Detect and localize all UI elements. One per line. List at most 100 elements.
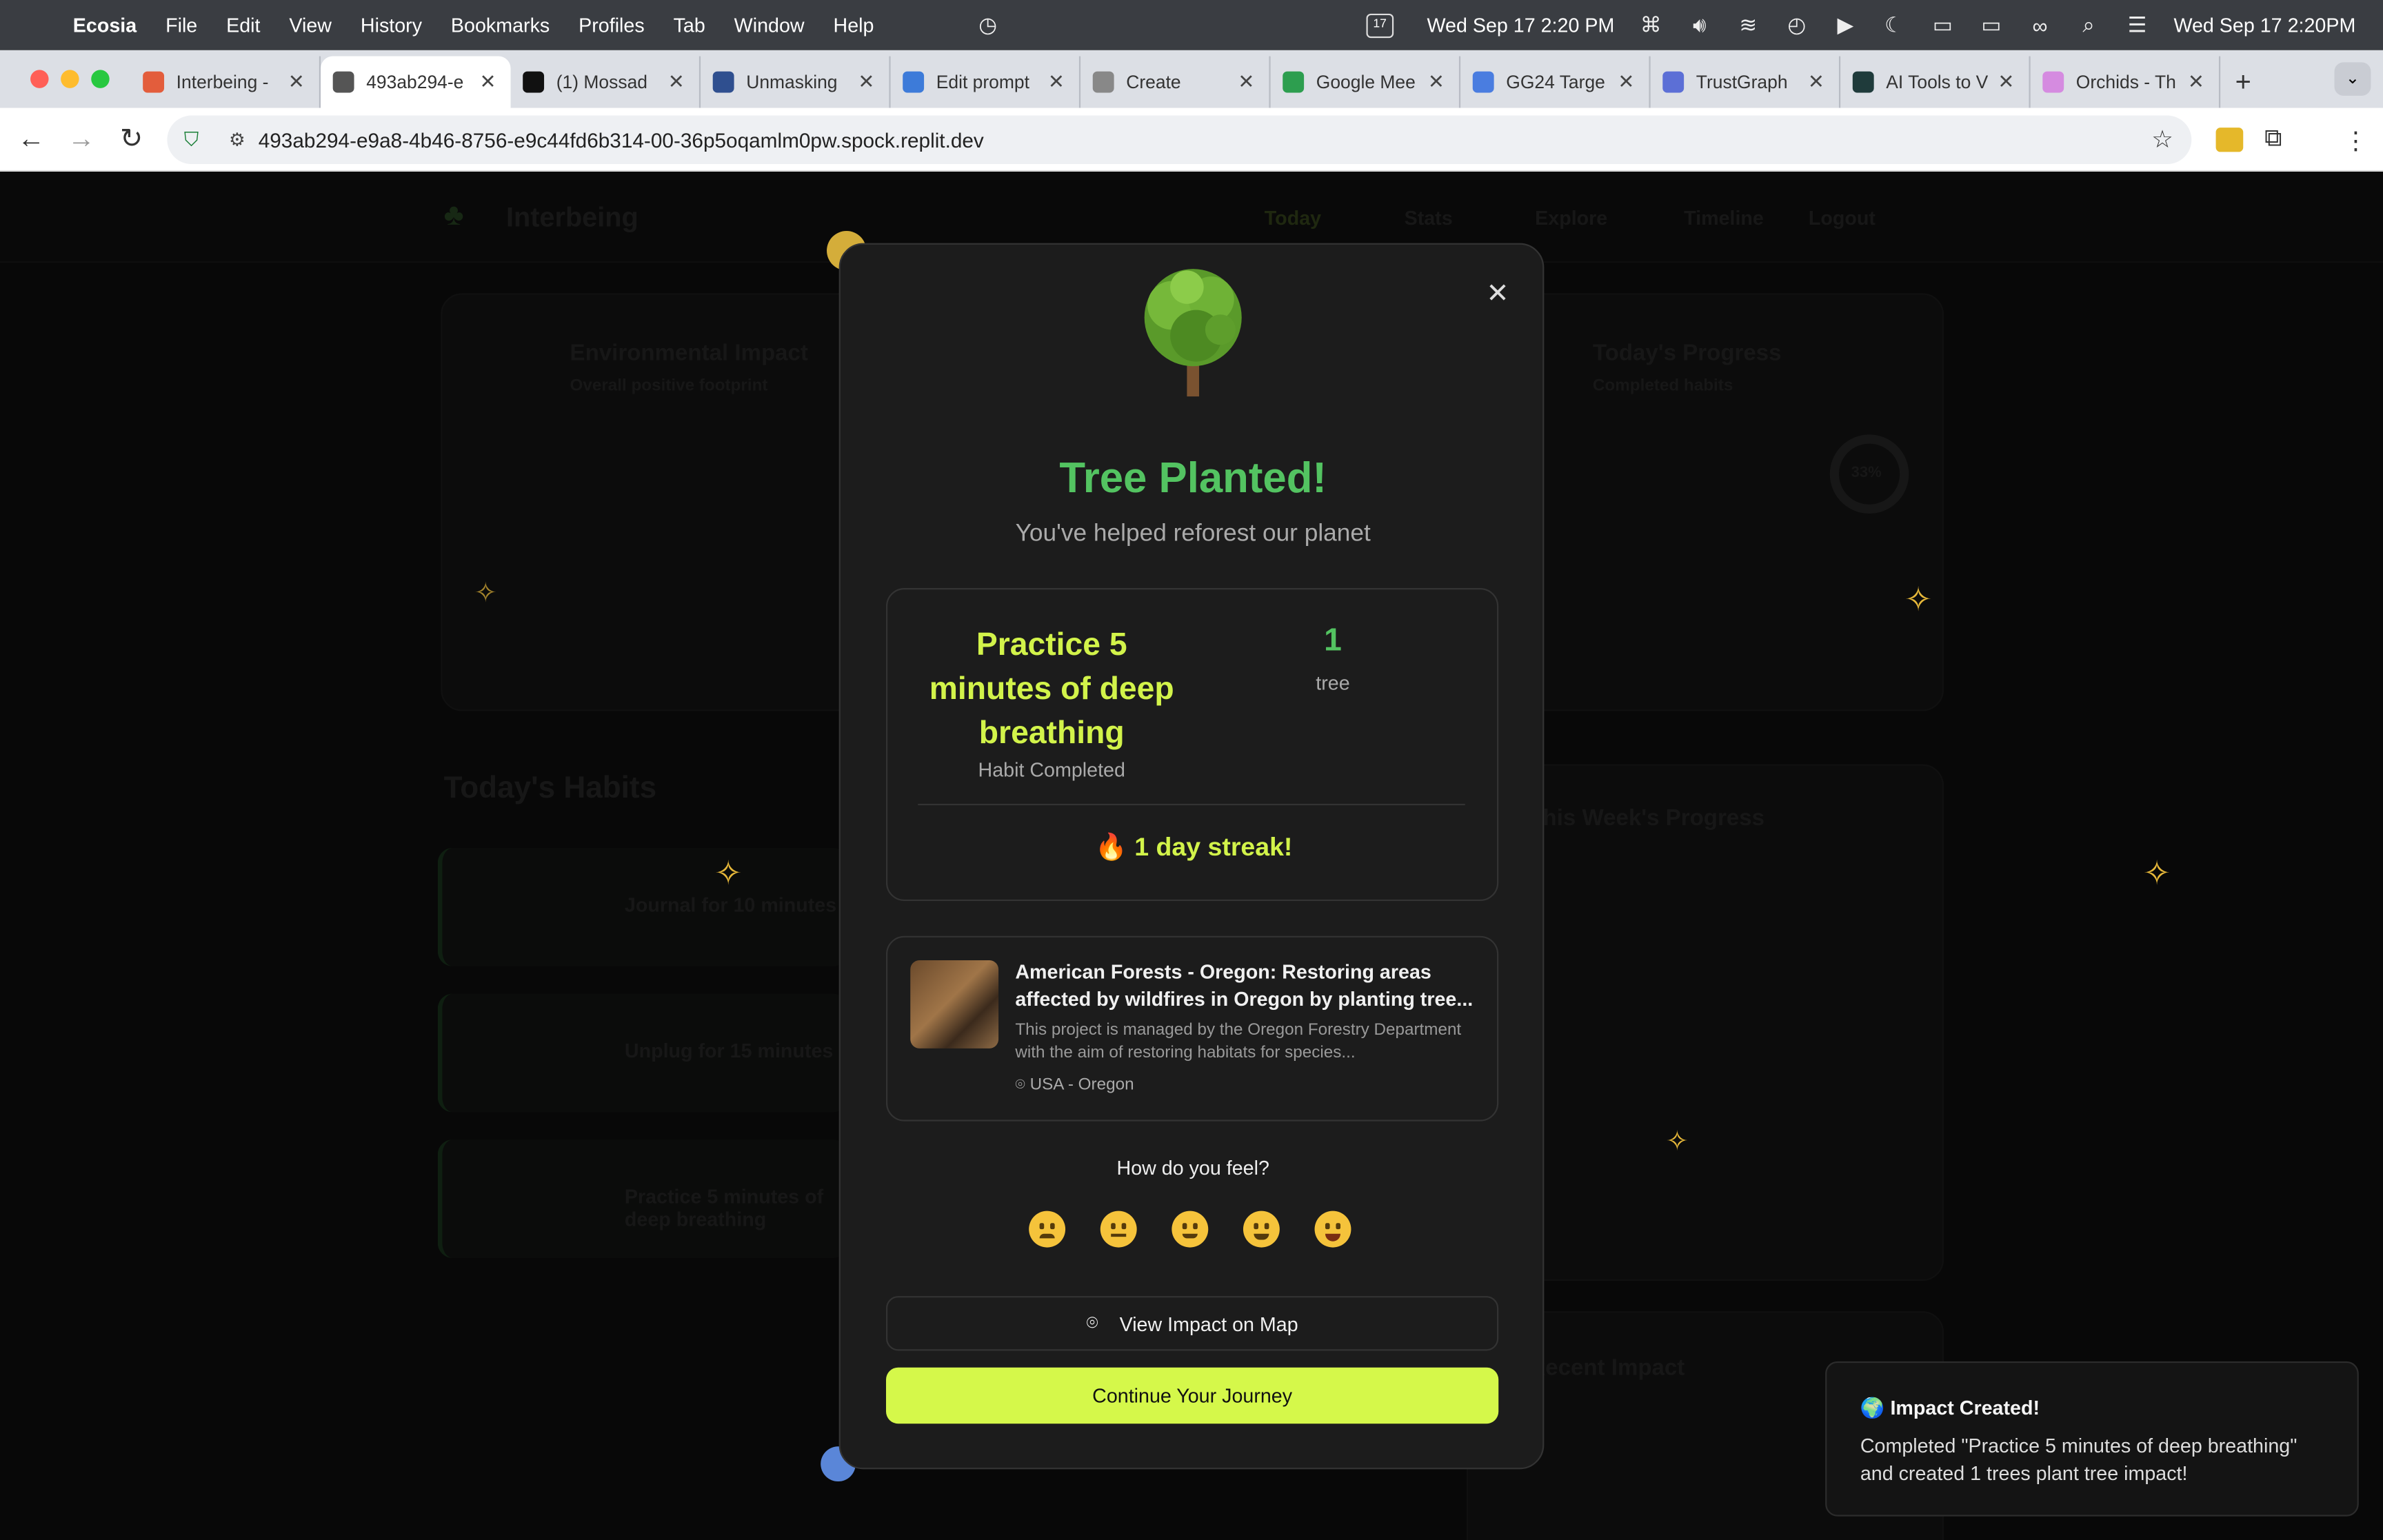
tab-title: AI Tools to V <box>1886 71 1989 93</box>
tab-title: Create <box>1126 71 1181 93</box>
play-icon[interactable]: ▶ <box>1821 12 1870 38</box>
project-location: ⌾ USA - Oregon <box>1015 1076 1134 1096</box>
tab-close-icon[interactable]: ✕ <box>856 70 877 94</box>
menu-edit[interactable]: Edit <box>226 14 260 37</box>
tab-close-icon[interactable]: ✕ <box>285 70 307 94</box>
tab-favicon-icon <box>2042 71 2064 93</box>
macos-menubar: Ecosia File Edit View History Bookmarks … <box>0 0 2383 50</box>
habit-name: Practice 5 minutes of deep breathing <box>929 627 1174 751</box>
close-window-button[interactable] <box>30 70 49 88</box>
menu-tab[interactable]: Tab <box>674 14 705 37</box>
menu-file[interactable]: File <box>165 14 197 37</box>
timer-icon[interactable]: ◴ <box>1773 12 1822 38</box>
tab-close-icon[interactable]: ✕ <box>477 70 499 94</box>
menubar-clock-right[interactable]: Wed Sep 17 2:20PM <box>2173 14 2355 37</box>
tab-favicon-icon <box>143 71 165 93</box>
project-location-text: USA - Oregon <box>1029 1075 1134 1094</box>
browser-menu-icon[interactable]: ⋮ <box>2344 126 2368 156</box>
impact-toast[interactable]: 🌍 Impact Created! Completed "Practice 5 … <box>1825 1361 2359 1517</box>
calendar-icon[interactable]: 17 <box>1366 12 1394 38</box>
feel-prompt: How do you feel? <box>1116 1156 1269 1179</box>
sparkle-icon: ✧ <box>1665 1126 1689 1157</box>
browser-tab[interactable]: TrustGraph ✕ <box>1651 56 1841 108</box>
new-tab-button[interactable]: + <box>2220 57 2266 108</box>
map-pin-icon: ⌾ <box>1086 1311 1098 1335</box>
command-icon[interactable]: ⌘ <box>1627 12 1676 38</box>
project-card[interactable]: American Forests - Oregon: Restoring are… <box>885 935 1499 1122</box>
mood-star-struck-icon[interactable] <box>1314 1210 1351 1248</box>
spotlight-search-icon[interactable]: ⌕ <box>2064 12 2113 38</box>
url-text[interactable]: 493ab294-e9a8-4b46-8756-e9c44fd6b314-00-… <box>259 128 984 151</box>
sparkle-icon: ✧ <box>474 577 497 608</box>
browser-tab[interactable]: 493ab294-e ✕ <box>321 56 511 108</box>
tab-close-icon[interactable]: ✕ <box>1425 70 1447 94</box>
tab-close-icon[interactable]: ✕ <box>1805 70 1827 94</box>
browser-tab[interactable]: Unmasking ✕ <box>701 56 891 108</box>
mood-happy-icon[interactable] <box>1243 1210 1280 1248</box>
tab-close-icon[interactable]: ✕ <box>1045 70 1067 94</box>
tab-title: GG24 Targe <box>1506 71 1605 93</box>
close-icon[interactable]: ✕ <box>1486 278 1509 310</box>
browser-tab[interactable]: Orchids - Th ✕ <box>2031 56 2221 108</box>
volume-icon[interactable]: 🔊︎ <box>1676 12 1725 38</box>
reload-icon[interactable]: ↻ <box>106 123 157 155</box>
link-icon[interactable]: ∞ <box>2015 13 2064 37</box>
tab-search-chevron-icon[interactable]: ⌄ <box>2334 62 2371 96</box>
tab-favicon-icon <box>712 71 734 93</box>
menu-app-name[interactable]: Ecosia <box>73 14 137 37</box>
zoom-window-button[interactable] <box>91 70 110 88</box>
view-impact-map-button[interactable]: ⌾ View Impact on Map <box>885 1296 1499 1351</box>
divider <box>918 803 1465 806</box>
extensions-puzzle-icon[interactable]: ⧉ <box>2264 126 2282 154</box>
shield-icon[interactable]: ⛉ <box>167 128 216 152</box>
project-description: This project is managed by the Oregon Fo… <box>1015 1021 1462 1062</box>
browser-tab[interactable]: (1) Mossad ✕ <box>511 56 701 108</box>
mood-neutral-icon[interactable] <box>1100 1210 1137 1248</box>
tab-favicon-icon <box>1472 71 1494 93</box>
menu-profiles[interactable]: Profiles <box>579 14 645 37</box>
continue-journey-button[interactable]: Continue Your Journey <box>885 1367 1499 1424</box>
tab-title: Orchids - Th <box>2075 71 2176 93</box>
menu-view[interactable]: View <box>289 14 332 37</box>
screen: Ecosia File Edit View History Bookmarks … <box>0 0 2383 1540</box>
site-settings-icon[interactable]: ⚙ <box>216 129 259 150</box>
address-bar[interactable]: ⛉ ⚙ 493ab294-e9a8-4b46-8756-e9c44fd6b314… <box>167 115 2192 165</box>
tree-planted-modal: ✕ Tree Planted! You've helped reforest o… <box>838 243 1545 1470</box>
back-arrow-icon[interactable]: ← <box>6 123 57 155</box>
moon-icon[interactable]: ☾ <box>1870 12 1919 38</box>
bookmark-star-icon[interactable]: ☆ <box>2151 125 2173 155</box>
tab-close-icon[interactable]: ✕ <box>1236 70 1257 94</box>
tab-close-icon[interactable]: ✕ <box>665 70 687 94</box>
tab-close-icon[interactable]: ✕ <box>2185 70 2206 94</box>
mood-very-sad-icon[interactable] <box>1029 1210 1066 1248</box>
battery-icon[interactable]: ▭ <box>1967 12 2016 38</box>
tab-close-icon[interactable]: ✕ <box>1616 70 1637 94</box>
display-icon[interactable]: ▭ <box>1918 12 1967 38</box>
browser-tab[interactable]: Google Mee ✕ <box>1271 56 1461 108</box>
toast-title: 🌍 Impact Created! <box>1860 1396 2040 1419</box>
tab-title: (1) Mossad <box>556 71 648 93</box>
completion-summary: Practice 5 minutes of deep breathing Hab… <box>885 587 1499 902</box>
browser-tab[interactable]: Create ✕ <box>1080 56 1271 108</box>
menu-history[interactable]: History <box>361 14 422 37</box>
screen-time-icon[interactable]: ◷ <box>964 12 1013 38</box>
menu-window[interactable]: Window <box>734 14 805 37</box>
menu-help[interactable]: Help <box>834 14 874 37</box>
tab-title: Interbeing - <box>176 71 269 93</box>
browser-tab[interactable]: GG24 Targe ✕ <box>1460 56 1651 108</box>
stack-icon[interactable]: ≋ <box>1724 12 1773 38</box>
mood-slightly-happy-icon[interactable] <box>1172 1210 1209 1248</box>
browser-tab[interactable]: Edit prompt ✕ <box>891 56 1081 108</box>
tab-close-icon[interactable]: ✕ <box>1995 70 2017 94</box>
menu-bookmarks[interactable]: Bookmarks <box>451 14 550 37</box>
minimize-window-button[interactable] <box>61 70 79 88</box>
forward-arrow-icon[interactable]: → <box>57 123 107 155</box>
control-center-icon[interactable]: ☰ <box>2113 12 2162 38</box>
sparkle-icon: ✧ <box>1904 580 1933 619</box>
menubar-clock-left[interactable]: Wed Sep 17 2:20 PM <box>1427 14 1614 37</box>
browser-tab[interactable]: Interbeing - ✕ <box>131 56 321 108</box>
tab-favicon-icon <box>1283 71 1305 93</box>
browser-tab[interactable]: AI Tools to V ✕ <box>1840 56 2031 108</box>
extension-icon[interactable] <box>2215 128 2244 152</box>
menubar-status-area: 17 Wed Sep 17 2:20 PM ⌘ 🔊︎ ≋ ◴ ▶ ☾ ▭ ▭ ∞… <box>1366 0 2368 50</box>
